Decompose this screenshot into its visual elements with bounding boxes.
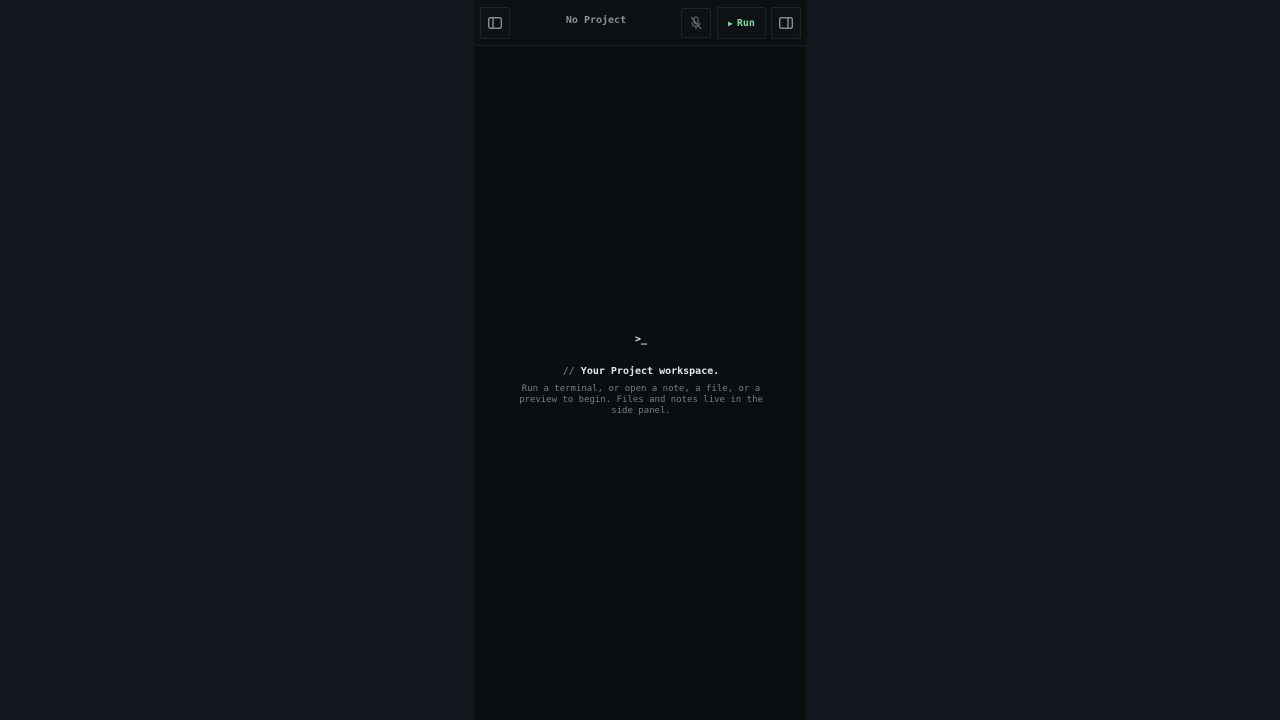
top-bar: No Project ▶ Run	[475, 0, 807, 46]
mic-toggle-button[interactable]	[681, 8, 711, 38]
project-title: No Project	[565, 15, 627, 26]
workspace-title: Your Project workspace.	[580, 366, 720, 377]
comment-prefix: //	[562, 366, 575, 377]
run-button[interactable]: ▶ Run	[717, 7, 766, 39]
app-window: No Project ▶ Run >_ // Your Project work…	[474, 0, 807, 720]
terminal-prompt-icon: >_	[634, 334, 648, 345]
run-label: Run	[736, 17, 755, 29]
sidebar-left-icon	[488, 17, 502, 29]
mic-off-icon	[690, 16, 702, 30]
toggle-right-panel-button[interactable]	[771, 7, 801, 39]
workspace-description: Run a terminal, or open a note, a file, …	[519, 384, 763, 416]
workspace-headline: // Your Project workspace.	[475, 366, 807, 377]
play-icon: ▶	[728, 18, 733, 28]
toggle-left-panel-button[interactable]	[480, 7, 510, 39]
sidebar-right-icon	[779, 17, 793, 29]
